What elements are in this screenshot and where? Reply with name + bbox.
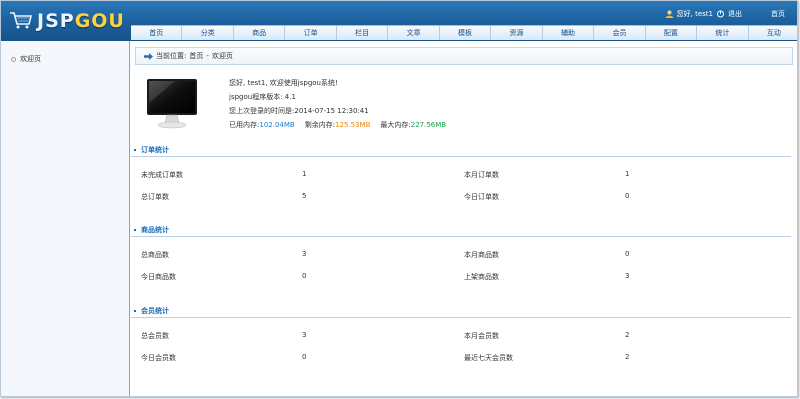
welcome-message: 您好, test1, 欢迎使用jspgou系统! [229, 79, 338, 87]
free-memory-value: 125.53MB [335, 121, 371, 129]
stat-value: 0 [625, 250, 630, 258]
main-content: 当前位置: 首页 - 欢迎页 您好, test1, 欢迎使用jspgou系统! … [131, 41, 797, 396]
table-row: 未完成订单数 1 本月订单数 1 [131, 170, 791, 180]
stat-label: 今日订单数 [464, 193, 499, 201]
stat-label: 上架商品数 [464, 273, 499, 281]
stat-label: 今日商品数 [141, 273, 176, 281]
stat-label: 今日会员数 [141, 354, 176, 362]
nav-article[interactable]: 文章 [388, 26, 440, 40]
breadcrumb-home[interactable]: 首页 [189, 51, 203, 61]
sidebar: 欢迎页 [1, 41, 130, 396]
nav-product[interactable]: 商品 [234, 26, 286, 40]
table-row: 总商品数 3 本月商品数 0 [131, 250, 791, 260]
table-row: 总会员数 3 本月会员数 2 [131, 331, 791, 341]
stat-value: 0 [302, 272, 307, 280]
monitor-icon [147, 79, 197, 129]
stat-label: 未完成订单数 [141, 171, 183, 179]
app-window: JSPGOU 您好, test1 退出 首页 首页 分类 商品 订单 栏目 文章… [0, 0, 798, 397]
memory-line: 已用内存:102.04MB 剩余内存:125.53MB 最大内存:227.56M… [229, 121, 447, 129]
sidebar-item-welcome[interactable]: 欢迎页 [11, 54, 41, 64]
last-login-value: 2014-07-15 12:30:41 [294, 107, 369, 115]
stat-value: 3 [302, 331, 307, 339]
table-row: 总订单数 5 今日订单数 0 [131, 192, 791, 202]
stat-value: 1 [625, 170, 630, 178]
logout-icon[interactable] [716, 10, 725, 18]
stat-value: 5 [302, 192, 307, 200]
logo[interactable]: JSPGOU [7, 5, 129, 37]
user-icon [665, 10, 674, 18]
welcome-panel: 您好, test1, 欢迎使用jspgou系统! jspgou程序版本: 4.1… [145, 75, 785, 135]
arrow-right-icon [144, 52, 153, 60]
welcome-info: 您好, test1, 欢迎使用jspgou系统! jspgou程序版本: 4.1… [229, 77, 446, 133]
nav-order[interactable]: 订单 [285, 26, 337, 40]
last-login-line: 您上次登录的时间是:2014-07-15 12:30:41 [229, 107, 369, 115]
user-bar: 您好, test1 退出 首页 [665, 9, 785, 19]
nav-resource[interactable]: 资源 [491, 26, 543, 40]
used-memory-value: 102.04MB [259, 121, 295, 129]
section-title: 会员统计 [131, 306, 791, 318]
section-title: 订单统计 [131, 145, 791, 157]
stat-label: 总商品数 [141, 251, 169, 259]
version-value: 4.1 [284, 93, 296, 101]
nav-category[interactable]: 分类 [182, 26, 234, 40]
header: JSPGOU 您好, test1 退出 首页 首页 分类 商品 订单 栏目 文章… [1, 1, 797, 41]
brand-name: JSPGOU [37, 10, 125, 32]
stat-value: 3 [625, 272, 630, 280]
home-link[interactable]: 首页 [771, 9, 785, 19]
stat-label: 总会员数 [141, 332, 169, 340]
section-title: 商品统计 [131, 225, 791, 237]
nav-member[interactable]: 会员 [594, 26, 646, 40]
breadcrumb-prefix: 当前位置: [156, 52, 187, 60]
stat-label: 总订单数 [141, 193, 169, 201]
nav-home[interactable]: 首页 [131, 26, 183, 40]
cart-icon [10, 12, 33, 29]
breadcrumb: 当前位置: 首页 - 欢迎页 [135, 47, 793, 65]
bullet-icon [11, 56, 16, 62]
version-line: jspgou程序版本: 4.1 [229, 93, 296, 101]
max-memory-value: 227.56MB [410, 121, 447, 129]
nav-config[interactable]: 配置 [646, 26, 698, 40]
stat-label: 最近七天会员数 [464, 354, 513, 362]
table-row: 今日商品数 0 上架商品数 3 [131, 272, 791, 282]
greeting: 您好, test1 [676, 10, 713, 18]
stat-value: 2 [625, 353, 630, 361]
stat-value: 3 [302, 250, 307, 258]
stat-label: 本月订单数 [464, 171, 499, 179]
stat-label: 本月会员数 [464, 332, 499, 340]
table-row: 今日会员数 0 最近七天会员数 2 [131, 353, 791, 363]
breadcrumb-current: 欢迎页 [211, 52, 233, 60]
stat-value: 2 [625, 331, 630, 339]
stat-value: 1 [302, 170, 307, 178]
nav-channel[interactable]: 栏目 [337, 26, 389, 40]
stat-value: 0 [302, 353, 307, 361]
nav-assist[interactable]: 辅助 [543, 26, 595, 40]
main-nav: 首页 分类 商品 订单 栏目 文章 模板 资源 辅助 会员 配置 统计 互动 [131, 25, 797, 40]
nav-statistics[interactable]: 统计 [697, 26, 749, 40]
sidebar-item-label: 欢迎页 [20, 55, 41, 63]
nav-template[interactable]: 模板 [440, 26, 492, 40]
breadcrumb-separator: - [206, 52, 209, 60]
logout-link[interactable]: 退出 [728, 9, 742, 19]
stat-label: 本月商品数 [464, 251, 499, 259]
nav-interact[interactable]: 互动 [749, 26, 797, 40]
stat-value: 0 [625, 192, 630, 200]
